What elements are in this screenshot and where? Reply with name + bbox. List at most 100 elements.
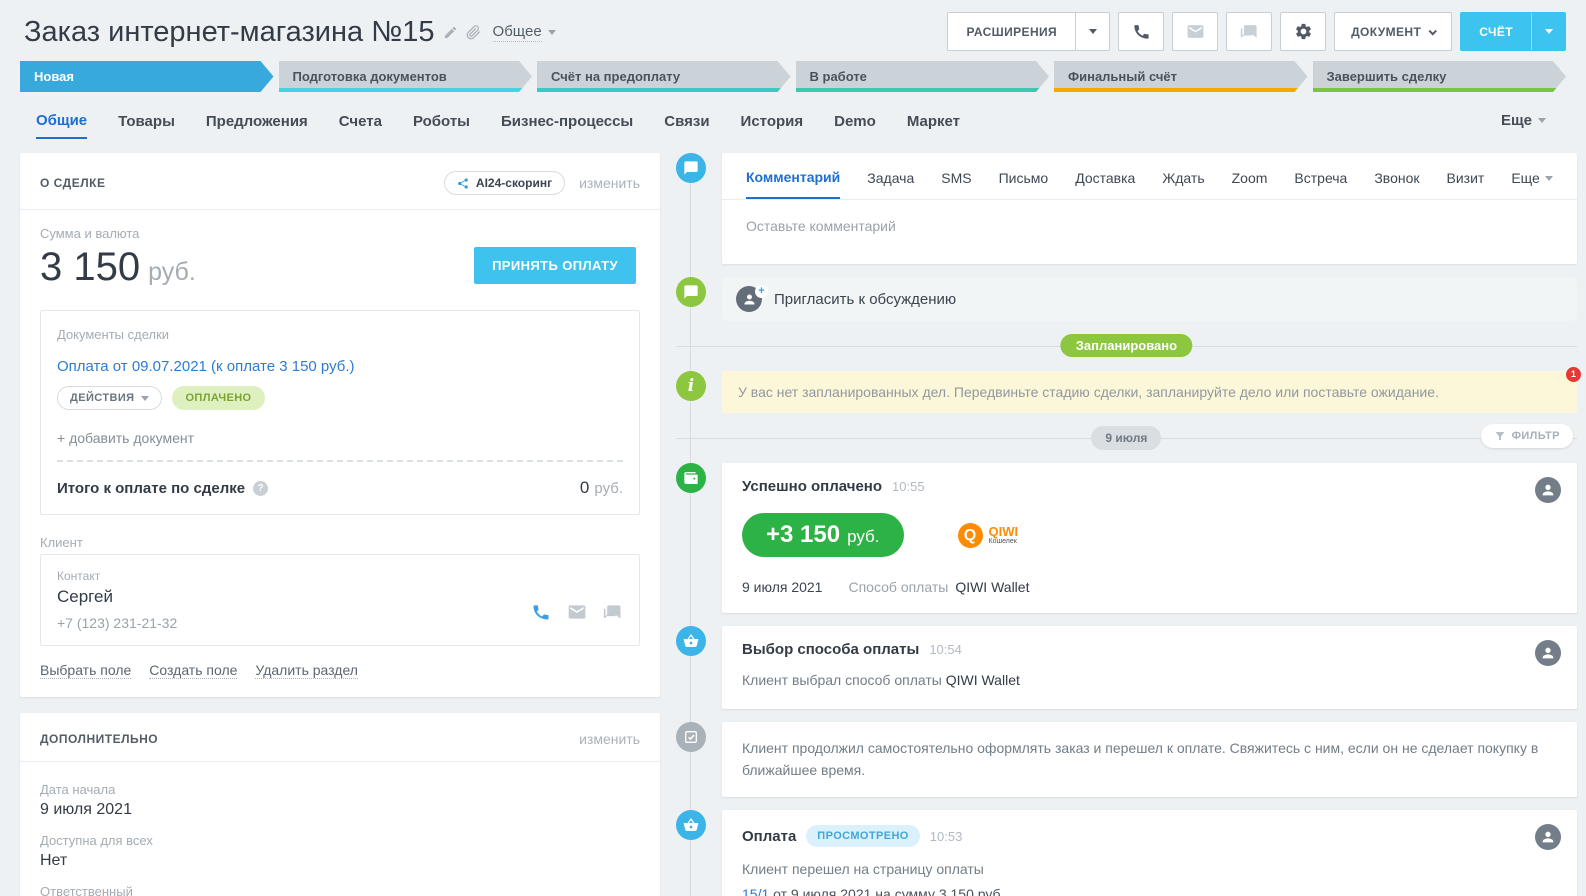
tab-general[interactable]: Общие (36, 112, 87, 139)
contact-phone[interactable]: +7 (123) 231-21-32 (57, 615, 177, 631)
qiwi-sub: Кошелек (989, 538, 1019, 545)
documents-label: Документы сделки (57, 327, 623, 342)
invite-to-discussion[interactable]: + Пригласить к обсуждению (722, 277, 1577, 321)
planned-divider: Запланировано (676, 334, 1577, 358)
field-value: Нет (40, 852, 640, 870)
invoice-label: СЧЁТ (1461, 25, 1531, 39)
edit-section-link[interactable]: изменить (579, 175, 640, 191)
field-label: Дата начала (40, 782, 640, 797)
ctab-more-button[interactable]: Еще (1511, 170, 1553, 198)
stage-docs[interactable]: Подготовка документов (279, 61, 533, 92)
amount-label: Сумма и валюта (40, 226, 640, 241)
chevron-down-icon (1538, 118, 1546, 123)
tab-invoices[interactable]: Счета (339, 113, 382, 138)
avatar[interactable] (1535, 824, 1561, 850)
chevron-down-icon (548, 30, 556, 35)
invoice-button[interactable]: СЧЁТ (1460, 12, 1566, 51)
stage-label: Завершить сделку (1327, 69, 1447, 84)
scope-selector[interactable]: Общее (493, 23, 556, 42)
document-button[interactable]: ДОКУМЕНТ (1334, 12, 1452, 51)
event-text-value: QIWI Wallet (946, 672, 1020, 688)
event-time: 10:55 (892, 479, 925, 494)
ctab-task[interactable]: Задача (867, 170, 914, 198)
clipboard-check-icon (676, 722, 706, 752)
settings-button[interactable] (1280, 12, 1326, 51)
tab-quotes[interactable]: Предложения (206, 113, 308, 138)
tab-links[interactable]: Связи (664, 113, 709, 138)
accept-payment-button[interactable]: ПРИНЯТЬ ОПЛАТУ (474, 247, 636, 284)
paid-status-badge: ОПЛАЧЕНО (172, 386, 264, 410)
comment-input[interactable]: Оставьте комментарий (722, 200, 1577, 264)
tab-history[interactable]: История (741, 113, 804, 138)
page-title: Заказ интернет-магазина №15 (24, 16, 435, 49)
ctab-email[interactable]: Письмо (999, 170, 1049, 198)
document-label: ДОКУМЕНТ (1351, 25, 1421, 39)
stage-close[interactable]: Завершить сделку (1313, 61, 1567, 92)
ctab-sms[interactable]: SMS (941, 170, 971, 198)
invite-user-icon: + (736, 286, 762, 312)
mail-icon[interactable] (567, 602, 587, 622)
ctab-zoom[interactable]: Zoom (1232, 170, 1268, 198)
ctab-meeting[interactable]: Встреча (1294, 170, 1347, 198)
crm-deal-page: Заказ интернет-магазина №15 Общее РАСШИР… (0, 0, 1586, 896)
info-icon: i 1 (676, 371, 706, 401)
edit-title-icon[interactable] (443, 25, 458, 40)
gear-icon (1294, 22, 1313, 41)
total-due-label: Итого к оплате по сделке (57, 480, 245, 497)
client-label: Клиент (40, 535, 640, 550)
event-payment-page: Оплата ПРОСМОТРЕНО 10:53 Клиент перешел … (722, 810, 1577, 896)
chevron-down-icon (1545, 29, 1553, 34)
add-document-link[interactable]: + добавить документ (57, 430, 623, 446)
ctab-delivery[interactable]: Доставка (1075, 170, 1135, 198)
tabs-more-button[interactable]: Еще (1501, 112, 1546, 129)
total-due-currency: руб. (594, 480, 623, 497)
copy-link-icon[interactable] (466, 25, 481, 40)
delete-section-link[interactable]: Удалить раздел (255, 662, 358, 679)
tab-demo[interactable]: Demo (834, 113, 876, 138)
avatar[interactable] (1535, 477, 1561, 503)
stage-final-invoice[interactable]: Финальный счёт (1054, 61, 1308, 92)
chat-button[interactable] (1226, 12, 1272, 51)
tab-market[interactable]: Маркет (907, 113, 960, 138)
comment-bubble-icon (676, 153, 706, 183)
call-button[interactable] (1118, 12, 1164, 51)
payment-amount: +3 150 (766, 521, 840, 549)
chat-icon[interactable] (603, 602, 623, 622)
payment-document-link[interactable]: Оплата от 09.07.2021 (к оплате 3 150 руб… (57, 358, 355, 375)
stage-inwork[interactable]: В работе (796, 61, 1050, 92)
edit-section-link[interactable]: изменить (579, 731, 640, 747)
event-payment-success: Успешно оплачено 10:55 +3 150 руб. Q (722, 463, 1577, 613)
email-button[interactable] (1172, 12, 1218, 51)
avatar[interactable] (1535, 640, 1561, 666)
invoice-dropdown[interactable] (1531, 13, 1565, 50)
filter-button[interactable]: ФИЛЬТР (1481, 424, 1573, 448)
ctab-call[interactable]: Звонок (1374, 170, 1419, 198)
ctab-visit[interactable]: Визит (1447, 170, 1485, 198)
wallet-icon (676, 463, 706, 493)
stage-label: Новая (34, 69, 74, 84)
document-actions-button[interactable]: ДЕЙСТВИЯ (57, 386, 162, 410)
event-title: Оплата (742, 828, 796, 845)
ctab-wait[interactable]: Ждать (1162, 170, 1204, 198)
tab-bizproc[interactable]: Бизнес-процессы (501, 113, 633, 138)
chevron-down-icon (1089, 29, 1097, 34)
stage-label: Финальный счёт (1068, 69, 1177, 84)
tab-products[interactable]: Товары (118, 113, 175, 138)
order-link[interactable]: 15/1 (742, 886, 769, 896)
stage-prepay[interactable]: Счёт на предоплату (537, 61, 791, 92)
deal-amount: 3 150руб. (40, 245, 196, 290)
contact-type-label: Контакт (57, 569, 177, 583)
extensions-button[interactable]: РАСШИРЕНИЯ (947, 12, 1110, 51)
ai-scoring-button[interactable]: AI24-скоринг (444, 171, 565, 195)
contact-name-link[interactable]: Сергей (57, 587, 177, 607)
create-field-link[interactable]: Создать поле (149, 662, 237, 679)
help-icon[interactable]: ? (253, 481, 268, 496)
date-divider: 9 июля ФИЛЬТР (676, 426, 1577, 450)
stage-new[interactable]: Новая (20, 61, 274, 92)
event-time: 10:54 (929, 642, 962, 657)
phone-icon[interactable] (531, 602, 551, 622)
tab-robots[interactable]: Роботы (413, 113, 470, 138)
select-field-link[interactable]: Выбрать поле (40, 662, 131, 679)
extensions-dropdown[interactable] (1075, 13, 1109, 50)
ctab-comment[interactable]: Комментарий (746, 169, 840, 199)
